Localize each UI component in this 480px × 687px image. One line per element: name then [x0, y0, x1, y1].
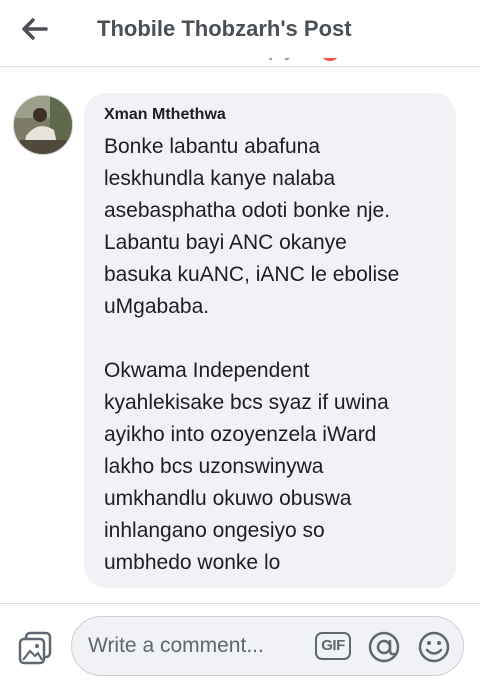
avatar[interactable] [13, 95, 73, 155]
comment-line: leskhundla kanye nalaba [104, 167, 336, 190]
comment-line: inhlangano ongesiyo so [104, 519, 325, 542]
comment-composer: Write a comment... GIF [0, 604, 480, 687]
comment-line: lakho bcs uzonswinywa [104, 455, 324, 478]
comment-line: asebasphatha odoti bonke nje. [104, 199, 391, 222]
page-title: Thobile Thobzarh's Post [97, 16, 352, 41]
header-divider [0, 66, 480, 67]
photo-icon [18, 631, 52, 665]
comment-line: ayikho into ozoyenzela iWard [104, 423, 377, 446]
comment-placeholder: Write a comment... [88, 634, 264, 657]
comment-line: Labantu bayi ANC okanye [104, 231, 347, 254]
avatar-photo [14, 96, 72, 154]
smiley-icon [418, 631, 450, 663]
post-header: Thobile Thobzarh's Post [0, 0, 480, 58]
emoji-button[interactable] [417, 630, 451, 664]
comment-line: umbhedo wonke lo [104, 551, 281, 574]
comment-line: Okwama Independent [104, 359, 310, 382]
back-button[interactable] [18, 14, 52, 44]
comment-input[interactable]: Write a comment... GIF [71, 616, 464, 676]
mention-button[interactable] [366, 630, 402, 664]
comment-author[interactable]: Xman Mthethwa [104, 106, 226, 124]
comment-line: kyahlekisake bcs syaz if uwina [104, 391, 389, 414]
comment-line: umkhandlu okuwo obuswa [104, 487, 352, 510]
gif-button[interactable]: GIF [315, 632, 351, 660]
comment-line: basuka kuANC, iANC le ebolise [104, 263, 400, 286]
add-photo-button[interactable] [17, 631, 53, 665]
comment-line: Bonke labantu abafuna [104, 135, 321, 158]
comment-line: uMgababa. [104, 295, 210, 318]
arrow-left-icon [22, 18, 48, 40]
at-sign-icon [368, 631, 400, 663]
comment-text: Bonke labantu abafuna leskhundla kanye n… [104, 131, 449, 579]
